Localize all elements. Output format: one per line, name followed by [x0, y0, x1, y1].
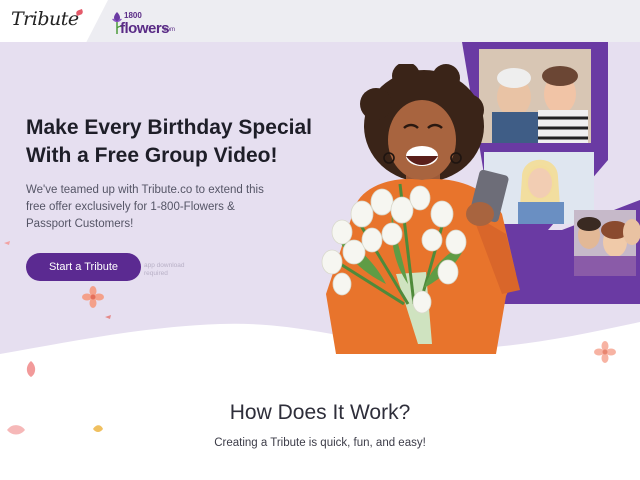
tribute-logo[interactable]: Tribute: [11, 8, 79, 30]
petal-decoration-icon: [7, 425, 25, 435]
flowers-logo[interactable]: 1800 flowers .com: [110, 9, 180, 37]
top-bar: Tribute 1800 flowers .com: [0, 0, 640, 42]
flowers-logo-number: 1800: [124, 11, 142, 20]
flower-decoration-icon: [82, 286, 104, 308]
petal-decoration-icon: [26, 361, 36, 377]
petal-decoration-icon: [93, 425, 103, 432]
woman-with-flowers-image[interactable]: [296, 64, 536, 354]
petal-decoration-icon: [105, 315, 111, 319]
how-it-works-title: How Does It Work?: [229, 401, 411, 424]
flower-decoration-icon: [594, 341, 616, 363]
faint-note: app download required: [144, 262, 185, 277]
flowers-logo-suffix: .com: [162, 27, 176, 33]
start-tribute-button[interactable]: Start a Tribute: [26, 253, 141, 281]
hero-subcopy: We've teamed up with Tribute.co to exten…: [26, 184, 264, 230]
how-it-works-subtitle: Creating a Tribute is quick, fun, and ea…: [214, 437, 426, 449]
petal-decoration-icon: [4, 241, 10, 245]
